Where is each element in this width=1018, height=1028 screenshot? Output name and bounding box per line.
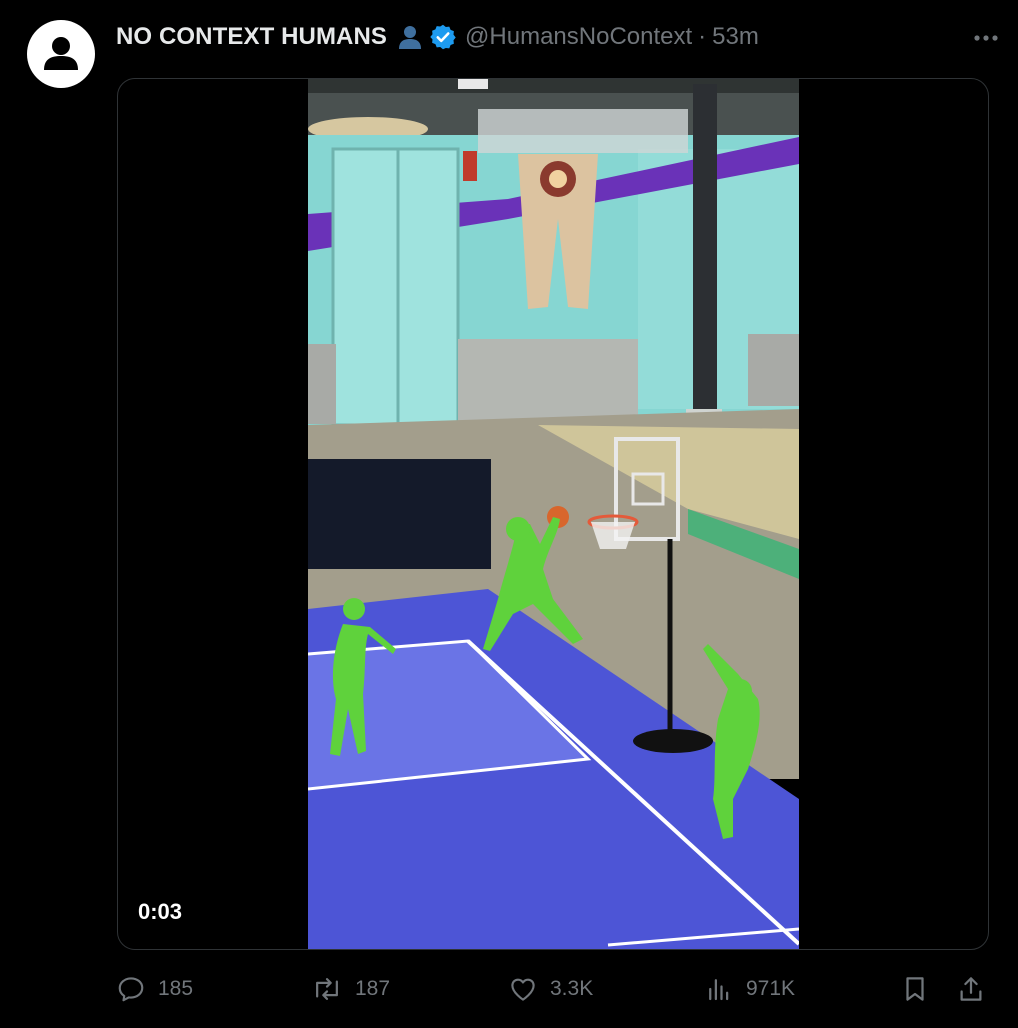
timestamp-link[interactable]: 53m	[712, 23, 759, 51]
tweet-header: NO CONTEXT HUMANS @HumansNoContext · 53m	[116, 20, 998, 54]
views-button[interactable]: 971K	[704, 968, 795, 1010]
share-button[interactable]	[956, 968, 986, 1010]
video-player[interactable]: 0:03	[117, 78, 989, 950]
bookmark-icon	[906, 977, 924, 1001]
default-avatar-icon	[44, 37, 78, 70]
view-count: 971K	[746, 977, 796, 1000]
bookmark-button[interactable]	[900, 968, 930, 1010]
video-frame	[308, 79, 799, 949]
views-icon	[709, 979, 729, 1001]
separator-dot: ·	[698, 23, 707, 50]
like-count: 3.3K	[550, 977, 594, 1000]
action-bar: 185 187 3.3K 971K	[116, 968, 996, 1010]
heart-icon	[511, 978, 535, 1001]
repost-button[interactable]: 187	[311, 968, 390, 1010]
video-timestamp: 0:03	[138, 899, 183, 924]
avatar[interactable]	[27, 20, 95, 88]
reply-icon	[118, 977, 144, 1002]
author-name[interactable]: NO CONTEXT HUMANS	[116, 23, 387, 51]
person-badge-icon	[395, 22, 425, 52]
reply-count: 185	[158, 977, 194, 1000]
author-handle[interactable]: @HumansNoContext	[465, 23, 692, 51]
like-button[interactable]: 3.3K	[508, 968, 593, 1010]
more-dots-icon[interactable]	[966, 20, 1006, 56]
share-icon	[960, 977, 982, 1001]
verified-badge-icon[interactable]	[429, 23, 457, 51]
repost-count: 187	[355, 977, 391, 1000]
repost-icon	[316, 978, 338, 1000]
reply-button[interactable]: 185	[116, 968, 193, 1010]
